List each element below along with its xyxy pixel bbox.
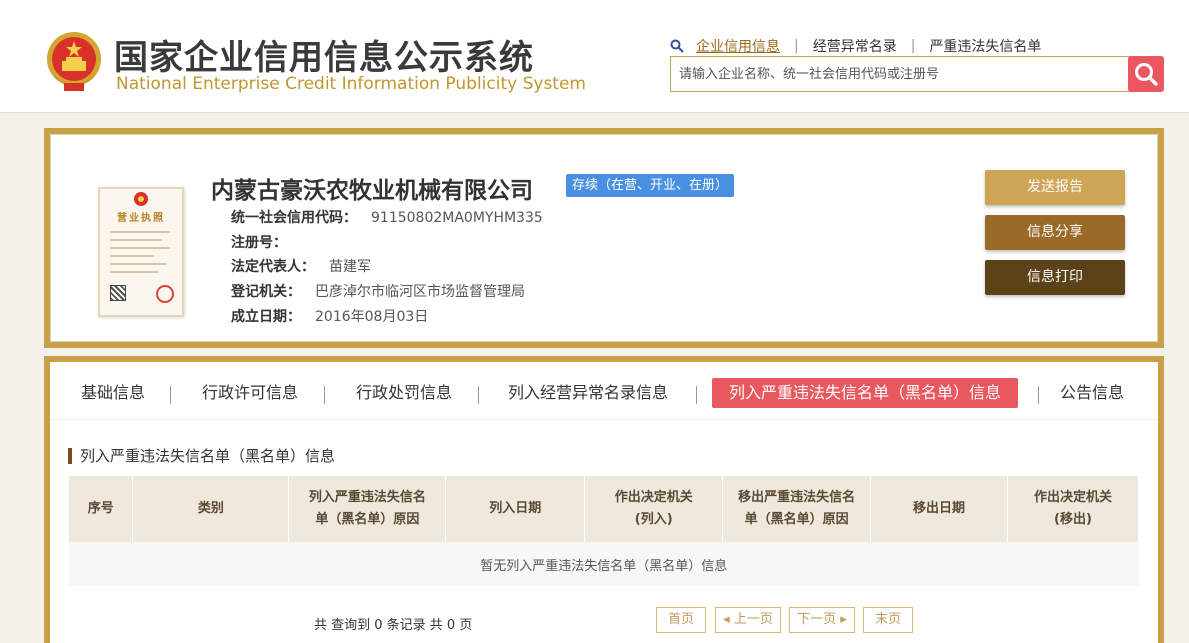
qr-code-icon xyxy=(110,285,126,301)
company-panel: 营业执照 内蒙古豪沃农牧业机械有限公司 存续（在营、开业、在册） 统一社会信用代… xyxy=(44,128,1164,348)
search-icon xyxy=(1135,63,1158,86)
search-input[interactable] xyxy=(671,57,1129,91)
site-title: 国家企业信用信息公示系统 xyxy=(114,38,534,78)
search-button[interactable] xyxy=(1128,56,1164,92)
stamp-icon xyxy=(156,285,174,303)
site-subtitle: National Enterprise Credit Information P… xyxy=(116,74,586,94)
tab-bar: 基础信息 行政许可信息 行政处罚信息 列入经营异常名录信息 列入严重违法失信名单… xyxy=(50,362,1158,420)
prev-page-button[interactable]: ◂ 上一页 xyxy=(715,607,781,633)
col-listing-reason: 列入严重违法失信名 单（黑名单）原因 xyxy=(288,476,447,542)
tab-basic-info[interactable]: 基础信息 xyxy=(68,378,158,408)
empty-message: 暂无列入严重违法失信名单（黑名单）信息 xyxy=(69,542,1139,586)
nav-link-abnormal-list[interactable]: 经营异常名录 xyxy=(813,36,897,56)
tab-admin-penalty[interactable]: 行政处罚信息 xyxy=(344,378,464,408)
site-header: 国家企业信用信息公示系统 National Enterprise Credit … xyxy=(0,0,1189,113)
nav-link-blacklist[interactable]: 严重违法失信名单 xyxy=(929,36,1041,56)
col-removal-authority: 作出决定机关 (移出) xyxy=(1007,476,1139,542)
business-license-thumbnail[interactable]: 营业执照 xyxy=(98,187,184,317)
pagination-summary: 共 查询到 0 条记录 共 0 页 xyxy=(314,618,473,633)
col-listing-authority: 作出决定机关 (列入) xyxy=(584,476,724,542)
info-credit-code: 统一社会信用代码： 91150802MA0MYHM335 xyxy=(231,210,543,226)
send-report-button[interactable]: 发送报告 xyxy=(985,170,1125,205)
table-row: 暂无列入严重违法失信名单（黑名单）信息 xyxy=(69,542,1139,586)
national-emblem-icon xyxy=(47,32,101,91)
status-badge: 存续（在营、开业、在册） xyxy=(566,174,735,197)
tab-announcements[interactable]: 公告信息 xyxy=(1050,378,1134,408)
license-title: 营业执照 xyxy=(117,213,165,224)
col-index: 序号 xyxy=(69,476,134,542)
nav-separator: | xyxy=(794,38,799,54)
last-page-button[interactable]: 末页 xyxy=(863,607,913,633)
table-header-row: 序号 类别 列入严重违法失信名 单（黑名单）原因 列入日期 作出决定机关 (列入) … xyxy=(69,476,1139,542)
magnifier-icon xyxy=(670,39,684,53)
next-page-button[interactable]: 下一页 ▸ xyxy=(789,607,855,633)
tab-abnormal-list[interactable]: 列入经营异常名录信息 xyxy=(498,378,678,408)
col-removal-date: 移出日期 xyxy=(870,476,1008,542)
share-info-button[interactable]: 信息分享 xyxy=(985,215,1125,250)
company-name: 内蒙古豪沃农牧业机械有限公司 xyxy=(211,178,533,204)
emblem-icon xyxy=(134,192,148,206)
blacklist-table: 序号 类别 列入严重违法失信名 单（黑名单）原因 列入日期 作出决定机关 (列入) … xyxy=(69,476,1139,586)
print-info-button[interactable]: 信息打印 xyxy=(985,260,1125,295)
info-reg-number: 注册号： xyxy=(231,235,287,251)
nav-link-credit-info[interactable]: 企业信用信息 xyxy=(696,36,780,56)
top-nav: 企业信用信息 | 经营异常名录 | 严重违法失信名单 xyxy=(670,36,1041,56)
tab-blacklist[interactable]: 列入严重违法失信名单（黑名单）信息 xyxy=(712,378,1018,408)
col-category: 类别 xyxy=(132,476,290,542)
tab-admin-license[interactable]: 行政许可信息 xyxy=(190,378,310,408)
col-listing-date: 列入日期 xyxy=(445,476,586,542)
info-authority: 登记机关： 巴彦淖尔市临河区市场监督管理局 xyxy=(231,284,525,300)
info-established: 成立日期： 2016年08月03日 xyxy=(231,309,429,325)
col-removal-reason: 移出严重违法失信名 单（黑名单）原因 xyxy=(722,476,872,542)
info-legal-rep: 法定代表人： 苗建军 xyxy=(231,259,371,275)
section-title: 列入严重违法失信名单（黑名单）信息 xyxy=(68,448,335,464)
search-box xyxy=(670,56,1130,92)
detail-panel: 基础信息 行政许可信息 行政处罚信息 列入经营异常名录信息 列入严重违法失信名单… xyxy=(44,356,1164,643)
nav-separator: | xyxy=(910,38,916,54)
first-page-button[interactable]: 首页 xyxy=(656,607,706,633)
